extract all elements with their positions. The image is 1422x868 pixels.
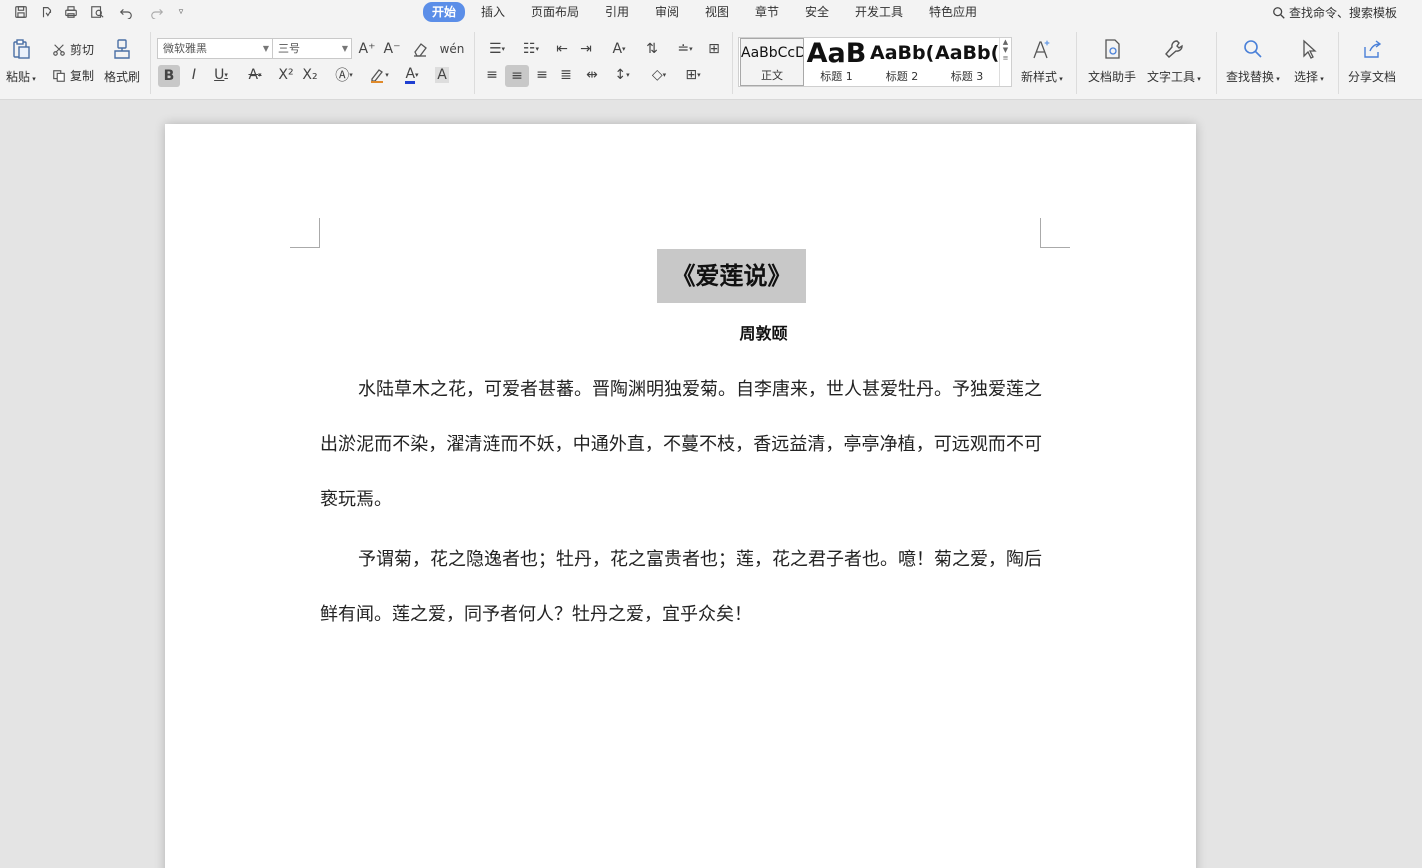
output-pdf-icon[interactable] [38,3,56,21]
line-spacing-icon[interactable]: ↕ ▾ [608,65,636,85]
text-tools-button[interactable]: 文字工具 ▾ [1147,36,1201,85]
cut-button[interactable]: 剪切 [52,41,94,58]
underline-icon[interactable]: U ▾ [208,65,234,85]
margin-corner-mark [1040,218,1070,248]
tab-developer[interactable]: 开发工具 [855,4,903,20]
tab-view[interactable]: 视图 [705,4,729,20]
copy-button[interactable]: 复制 [52,67,94,84]
paste-button[interactable]: 粘贴 ▾ [6,36,36,85]
doc-paragraph[interactable]: 水陆草木之花，可爱者甚蕃。晋陶渊明独爱菊。自李唐来，世人甚爱牡丹。予独爱莲之出淤… [320,362,1042,527]
numbering-icon[interactable]: ☷ ▾ [516,39,546,59]
font-color-icon[interactable]: A ▾ [398,65,426,85]
tab-security[interactable]: 安全 [805,4,829,20]
tab-insert[interactable]: 插入 [481,4,505,20]
distributed-icon[interactable]: ⇹ [582,65,602,85]
command-search[interactable]: 查找命令、搜索模板 [1272,4,1397,21]
find-replace-button[interactable]: 查找替换 ▾ [1226,36,1280,85]
redo-icon[interactable] [146,3,168,21]
doc-assistant-button[interactable]: 文档助手 [1088,36,1136,85]
margin-corner-mark [290,218,320,248]
copy-icon [53,69,65,82]
new-style-icon [1029,36,1055,62]
doc-paragraph[interactable]: 予谓菊，花之隐逸者也；牡丹，花之富贵者也；莲，花之君子者也。噫！菊之爱，陶后鲜有… [320,532,1042,642]
superscript-icon[interactable]: X² [276,65,296,85]
highlight-icon[interactable]: ▾ [364,65,394,85]
share-icon [1359,36,1385,62]
phonetic-guide-icon[interactable]: wén [438,39,466,59]
font-size-select[interactable]: 三号 ▼ [272,38,352,59]
ribbon-toolbar: 粘贴 ▾ 剪切 复制 格式刷 微软雅黑 ▼ 三号 ▼ A⁺ A⁻ wén B I U… [0,24,1422,100]
font-name-select[interactable]: 微软雅黑 ▼ [157,38,273,59]
document-page[interactable]: 《爱莲说》 周敦颐 水陆草木之花，可爱者甚蕃。晋陶渊明独爱菊。自李唐来，世人甚爱… [165,124,1196,868]
style-gallery-scroll[interactable]: ▲ ▼ ≡ [999,38,1011,86]
line-spacing-adjust-icon[interactable]: ≐ ▾ [670,39,700,59]
command-search-label: 查找命令、搜索模板 [1289,6,1398,20]
wrench-icon [1161,36,1187,62]
style-heading-1[interactable]: AaB 标题 1 [805,38,868,86]
select-button[interactable]: 选择 ▾ [1294,36,1324,85]
pointer-icon [1296,36,1322,62]
bold-icon[interactable]: B [158,65,180,87]
title-tab-bar: ▿ 开始 插入 页面布局 引用 审阅 视图 章节 安全 开发工具 特色应用 查找… [0,0,1422,24]
doc-title[interactable]: 《爱莲说》 [657,249,806,303]
bullets-icon[interactable]: ☰ ▾ [482,39,512,59]
style-heading-2[interactable]: AaBb( 标题 2 [870,38,934,86]
share-doc-button[interactable]: 分享文档 [1348,36,1396,85]
print-icon[interactable] [62,3,80,21]
align-left-icon[interactable]: ≡ [482,65,502,85]
tab-page-layout[interactable]: 页面布局 [531,4,579,20]
doc-author[interactable]: 周敦颐 [165,320,1362,344]
chevron-down-icon: ▼ [262,44,269,53]
tab-home[interactable]: 开始 [423,2,466,22]
search-icon [1273,6,1285,19]
decrease-indent-icon[interactable]: ⇤ [552,39,572,59]
text-effect-icon[interactable]: Ⓐ ▾ [330,65,358,85]
scissors-icon [53,43,65,56]
print-preview-icon[interactable] [88,3,106,21]
save-icon[interactable] [12,3,30,21]
format-painter-button[interactable]: 格式刷 [104,36,140,85]
tab-chapter[interactable]: 章节 [755,4,779,20]
borders-icon[interactable]: ⊞ ▾ [678,65,708,85]
tab-references[interactable]: 引用 [605,4,629,20]
increase-indent-icon[interactable]: ⇥ [576,39,596,59]
new-style-button[interactable]: 新样式 ▾ [1021,36,1063,85]
chevron-down-icon: ▼ [341,44,348,53]
shrink-font-icon[interactable]: A⁻ [382,39,402,59]
tab-review[interactable]: 审阅 [655,4,679,20]
magnifier-icon [1240,36,1266,62]
clear-format-icon[interactable] [410,39,430,59]
justify-icon[interactable]: ≣ [556,65,576,85]
grow-font-icon[interactable]: A⁺ [357,39,377,59]
align-center-icon[interactable]: ≡ [505,65,529,87]
char-shading-icon[interactable]: A [432,65,452,85]
style-gallery: AaBbCcD 正文 AaB 标题 1 AaBb( 标题 2 AaBb( 标题 … [738,37,1012,87]
strikethrough-icon[interactable]: A ▾ [242,65,268,85]
paste-icon [8,36,34,62]
subscript-icon[interactable]: X₂ [300,65,320,85]
text-direction-icon[interactable]: A ▾ [604,39,634,59]
format-painter-icon [109,36,135,62]
customize-chevron-icon[interactable]: ▿ [172,3,190,21]
table-show-icon[interactable]: ⊞ [704,39,724,59]
style-normal[interactable]: AaBbCcD 正文 [740,38,804,86]
italic-icon[interactable]: I [184,65,204,85]
align-right-icon[interactable]: ≡ [532,65,552,85]
shading-icon[interactable]: ◇ ▾ [644,65,674,85]
sort-icon[interactable]: ⇅ [642,39,662,59]
tab-special-apps[interactable]: 特色应用 [929,4,977,20]
undo-icon[interactable] [113,3,139,21]
style-heading-3[interactable]: AaBb( 标题 3 [935,38,999,86]
doc-assistant-icon [1099,36,1125,62]
